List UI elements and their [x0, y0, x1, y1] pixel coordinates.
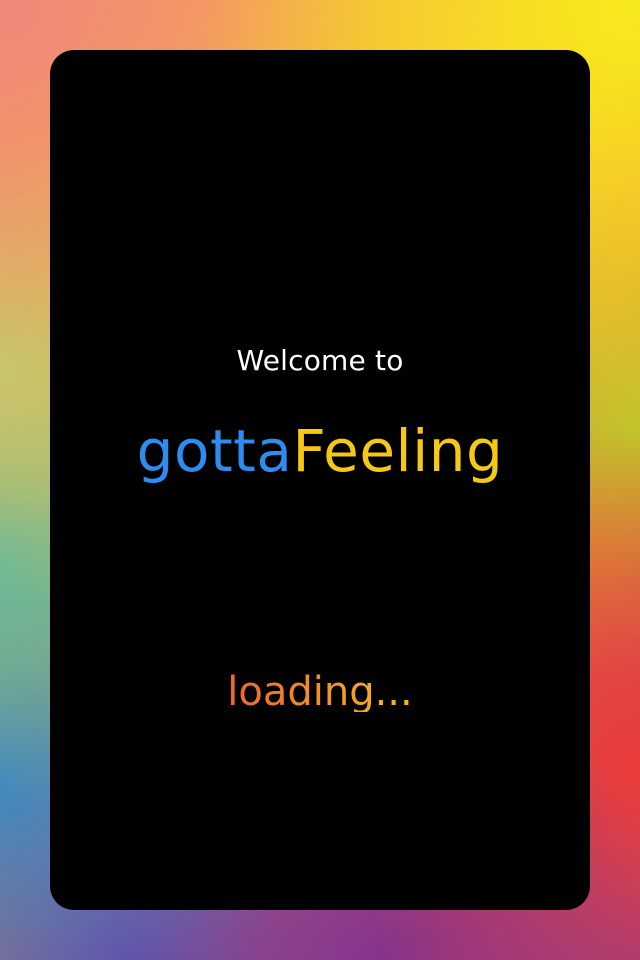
- app-name-part-one: gotta: [136, 417, 293, 485]
- welcome-text: Welcome to: [236, 344, 404, 377]
- app-name-part-two: Feeling: [292, 417, 504, 485]
- app-name: gottaFeeling: [50, 422, 590, 480]
- splash-card: Welcome to gottaFeeling loading...: [50, 50, 590, 910]
- loading-status: loading...: [50, 672, 590, 712]
